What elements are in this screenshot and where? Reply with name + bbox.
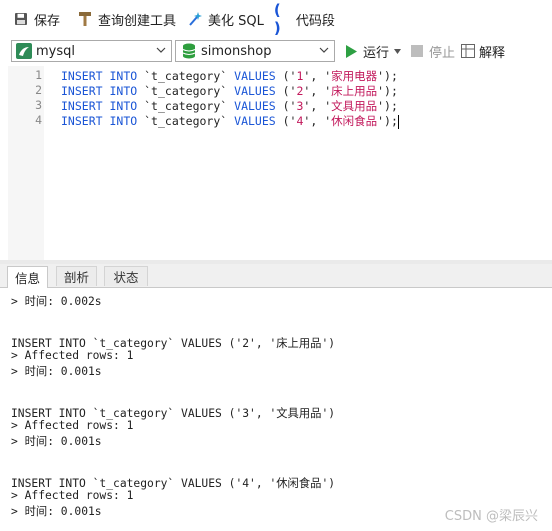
explain-button[interactable]: 解释 — [461, 42, 505, 61]
run-label: 运行 — [363, 45, 390, 61]
database-select[interactable]: simonshop — [175, 40, 335, 62]
output-line: > 时间: 0.001s — [11, 435, 102, 448]
explain-grid-icon — [461, 44, 476, 58]
main-toolbar: 保存 查询创建工具 美化 SQL ( ) 代码段 — [0, 0, 552, 38]
output-line: > Affected rows: 1 — [11, 419, 134, 432]
message-output: > 时间: 0.002s INSERT INTO `t_category` VA… — [0, 288, 552, 531]
tab-profile[interactable]: 剖析 — [56, 266, 97, 286]
tab-status[interactable]: 状态 — [104, 266, 148, 286]
database-cylinder-icon — [180, 42, 198, 60]
code-line: INSERT INTO `t_category` VALUES ('4', '休… — [61, 114, 399, 129]
line-number: 3 — [35, 98, 42, 112]
hammer-icon — [76, 10, 94, 28]
save-label: 保存 — [34, 13, 61, 29]
output-line: > Affected rows: 1 — [11, 349, 134, 362]
code-line: INSERT INTO `t_category` VALUES ('2', '床… — [61, 84, 398, 98]
mysql-dolphin-icon — [15, 42, 33, 60]
code-snippet-button[interactable]: ( ) 代码段 — [273, 1, 335, 37]
code-line: INSERT INTO `t_category` VALUES ('3', '文… — [61, 99, 398, 113]
query-builder-label: 查询创建工具 — [98, 13, 177, 29]
code-snippet-label: 代码段 — [295, 13, 335, 29]
beautify-sql-label: 美化 SQL — [208, 13, 264, 29]
server-select-value: mysql — [36, 43, 75, 59]
database-select-value: simonshop — [201, 43, 272, 59]
play-icon — [346, 44, 357, 58]
output-line: > 时间: 0.002s — [11, 295, 102, 308]
output-line: > 时间: 0.001s — [11, 505, 102, 518]
line-number: 2 — [35, 83, 42, 97]
parentheses-icon: ( ) — [273, 1, 281, 37]
stop-label: 停止 — [429, 45, 456, 61]
line-number: 1 — [35, 68, 42, 82]
save-button[interactable]: 保存 — [12, 7, 60, 31]
chevron-down-icon — [156, 47, 166, 53]
beautify-sql-button[interactable]: 美化 SQL — [186, 7, 264, 31]
sql-editor[interactable]: 1 2 3 4 INSERT INTO `t_category` VALUES … — [0, 66, 552, 260]
explain-label: 解释 — [479, 45, 506, 61]
result-tabs: 信息 剖析 状态 — [0, 264, 552, 288]
query-builder-button[interactable]: 查询创建工具 — [76, 7, 176, 31]
watermark: CSDN @梁辰兴 — [444, 509, 538, 524]
magic-wand-icon — [186, 10, 204, 28]
run-button[interactable]: 运行 — [345, 42, 402, 61]
caret-down-icon[interactable] — [394, 48, 402, 54]
line-number: 4 — [35, 113, 42, 127]
stop-button[interactable]: 停止 — [411, 42, 455, 61]
server-select[interactable]: mysql — [11, 40, 172, 62]
line-number-gutter: 1 2 3 4 — [8, 66, 44, 260]
code-line: INSERT INTO `t_category` VALUES ('1', '家… — [61, 69, 398, 83]
stop-square-icon — [411, 45, 424, 57]
floppy-disk-icon — [12, 10, 30, 28]
text-caret — [397, 114, 399, 129]
tab-info[interactable]: 信息 — [7, 266, 48, 288]
connection-bar: mysql simonshop 运行 停止 解释 — [0, 38, 552, 64]
chevron-down-icon — [319, 47, 329, 53]
output-line: > Affected rows: 1 — [11, 489, 134, 502]
output-line: > 时间: 0.001s — [11, 365, 102, 378]
